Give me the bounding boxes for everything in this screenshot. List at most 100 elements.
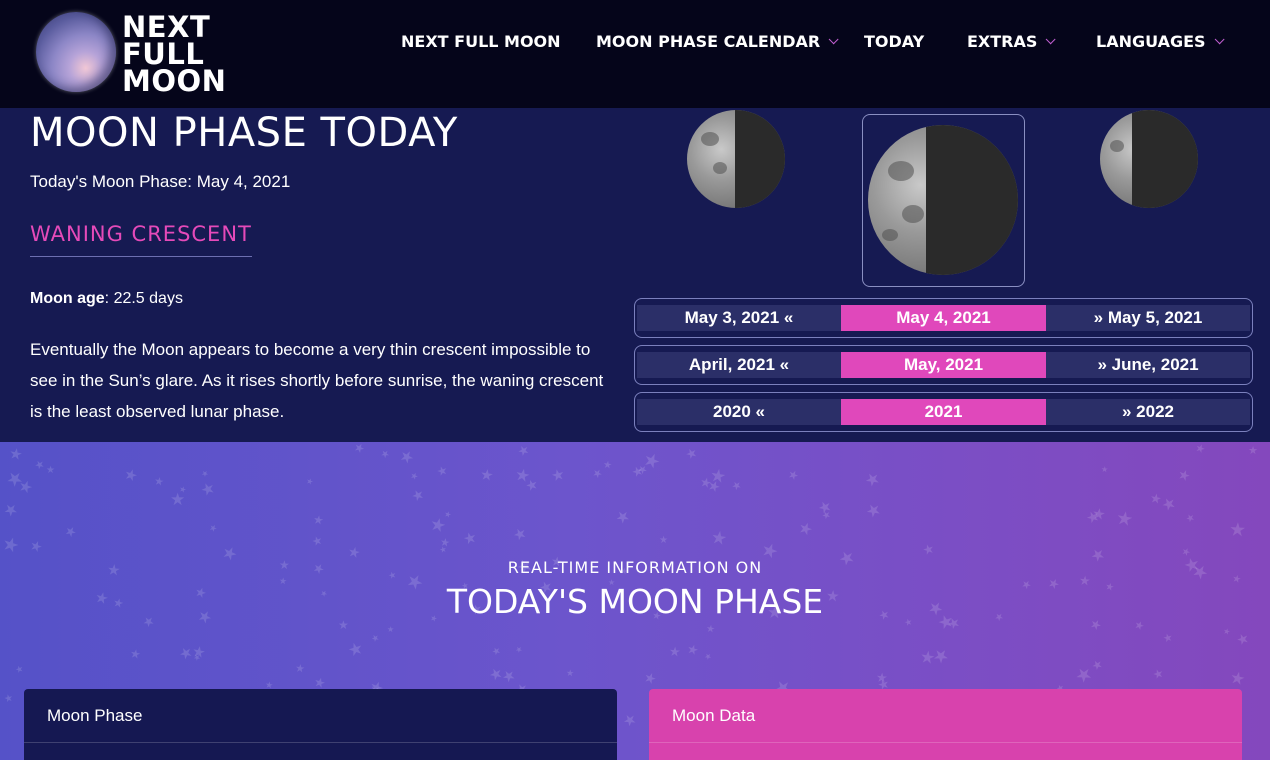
star-icon: ★ bbox=[377, 447, 392, 462]
nav-moon-phase-calendar[interactable]: MOON PHASE CALENDAR bbox=[596, 32, 839, 51]
star-icon: ★ bbox=[860, 467, 885, 492]
moon-age-value: : 22.5 days bbox=[104, 290, 183, 307]
star-icon: ★ bbox=[7, 444, 24, 465]
star-icon: ★ bbox=[728, 478, 744, 494]
star-icon: ★ bbox=[682, 444, 702, 463]
star-icon: ★ bbox=[861, 498, 886, 523]
nav-today[interactable]: TODAY bbox=[864, 32, 924, 51]
star-icon: ★ bbox=[62, 522, 80, 541]
next-day-moon-image[interactable] bbox=[1100, 110, 1198, 208]
star-icon: ★ bbox=[668, 643, 682, 660]
star-icon: ★ bbox=[1228, 667, 1248, 690]
nav-languages[interactable]: LANGUAGES bbox=[1096, 32, 1225, 51]
moon-phase-card-header: Moon Phase bbox=[24, 689, 617, 743]
star-icon: ★ bbox=[702, 650, 714, 663]
chevron-down-icon bbox=[1214, 34, 1225, 45]
star-icon: ★ bbox=[153, 475, 165, 489]
star-icon: ★ bbox=[641, 668, 660, 688]
nav-label: LANGUAGES bbox=[1096, 32, 1206, 51]
star-icon: ★ bbox=[619, 709, 641, 732]
chevron-down-icon bbox=[828, 34, 839, 45]
previous-year-link[interactable]: 2020 « bbox=[637, 399, 841, 425]
month-selector: April, 2021 « May, 2021 » June, 2021 bbox=[634, 345, 1253, 385]
main-nav: NEXT FULL MOON MOON PHASE CALENDAR TODAY… bbox=[0, 32, 1270, 58]
phase-description: Eventually the Moon appears to become a … bbox=[30, 340, 604, 421]
star-icon: ★ bbox=[508, 523, 531, 546]
previous-day-moon-image[interactable] bbox=[687, 110, 785, 208]
star-icon: ★ bbox=[785, 466, 802, 484]
moon-age-label: Moon age bbox=[30, 290, 105, 307]
next-month-link[interactable]: » June, 2021 bbox=[1046, 352, 1250, 378]
star-icon: ★ bbox=[433, 462, 452, 480]
star-icon: ★ bbox=[1228, 519, 1247, 542]
star-icon: ★ bbox=[1132, 618, 1147, 634]
star-icon: ★ bbox=[1175, 465, 1194, 485]
star-icon: ★ bbox=[705, 623, 716, 636]
nav-label: TODAY bbox=[864, 32, 925, 51]
star-icon: ★ bbox=[1233, 629, 1254, 649]
star-icon: ★ bbox=[918, 647, 937, 668]
today-date: Today's Moon Phase: May 4, 2021 bbox=[30, 172, 291, 191]
previous-month-link[interactable]: April, 2021 « bbox=[637, 352, 841, 378]
day-selector: May 3, 2021 « May 4, 2021 » May 5, 2021 bbox=[634, 298, 1253, 338]
next-day-link[interactable]: » May 5, 2021 bbox=[1046, 305, 1250, 331]
moon-phase-card: Moon Phase bbox=[24, 689, 617, 760]
moon-data-card: Moon Data bbox=[649, 689, 1242, 760]
star-icon: ★ bbox=[1100, 464, 1109, 475]
star-icon: ★ bbox=[1193, 442, 1207, 457]
star-icon: ★ bbox=[685, 640, 701, 659]
star-icon: ★ bbox=[311, 512, 325, 528]
realtime-section: ★ ★ ★ ★ ★ ★ ★ ★ ★ ★ ★ ★ ★ ★ ★ ★ ★ ★ ★ ★ ★ ★ ★ ★ ★ ★ ★ ★ ★ ★ ★ ★ ★ ★ ★ ★ ★ ★ ★ ★… bbox=[0, 442, 1270, 760]
star-icon: ★ bbox=[308, 532, 327, 550]
nav-extras[interactable]: EXTRAS bbox=[967, 32, 1056, 51]
current-month[interactable]: May, 2021 bbox=[841, 352, 1046, 378]
section-kicker: REAL-TIME INFORMATION ON bbox=[507, 558, 763, 577]
star-icon: ★ bbox=[1222, 626, 1232, 637]
star-icon: ★ bbox=[1149, 665, 1168, 683]
star-icon: ★ bbox=[1182, 511, 1197, 526]
current-day[interactable]: May 4, 2021 bbox=[841, 305, 1046, 331]
star-icon: ★ bbox=[207, 521, 220, 535]
star-icon: ★ bbox=[795, 519, 816, 541]
phase-name: WANING CRESCENT bbox=[30, 222, 252, 257]
star-icon: ★ bbox=[514, 442, 534, 460]
star-icon: ★ bbox=[128, 646, 142, 662]
star-icon: ★ bbox=[45, 464, 56, 477]
star-icon: ★ bbox=[351, 442, 368, 457]
previous-day-link[interactable]: May 3, 2021 « bbox=[637, 305, 841, 331]
star-icon: ★ bbox=[312, 673, 328, 692]
star-icon: ★ bbox=[343, 637, 368, 662]
star-icon: ★ bbox=[919, 540, 939, 559]
star-icon: ★ bbox=[304, 476, 315, 487]
star-icon: ★ bbox=[27, 536, 46, 556]
star-icon: ★ bbox=[602, 459, 613, 472]
star-icon: ★ bbox=[386, 624, 395, 635]
top-navigation-bar: NEXT FULL MOON NEXT FULL MOON MOON PHASE… bbox=[0, 0, 1270, 108]
chevron-down-icon bbox=[1046, 34, 1056, 45]
star-icon: ★ bbox=[294, 662, 306, 676]
star-icon: ★ bbox=[0, 532, 22, 559]
star-icon: ★ bbox=[658, 534, 669, 547]
star-icon: ★ bbox=[709, 526, 729, 550]
nav-next-full-moon[interactable]: NEXT FULL MOON bbox=[401, 32, 561, 51]
section-title: TODAY'S MOON PHASE bbox=[446, 582, 824, 621]
page-title: MOON PHASE TODAY bbox=[30, 110, 458, 156]
moon-age: Moon age: 22.5 days bbox=[30, 290, 183, 308]
star-icon: ★ bbox=[31, 457, 48, 473]
current-moon-image bbox=[868, 125, 1018, 275]
star-icon: ★ bbox=[369, 631, 382, 645]
star-icon: ★ bbox=[458, 528, 481, 549]
star-icon: ★ bbox=[478, 466, 495, 485]
star-icon: ★ bbox=[196, 478, 219, 501]
year-selector: 2020 « 2021 » 2022 bbox=[634, 392, 1253, 432]
nav-label: NEXT FULL MOON bbox=[401, 32, 561, 51]
star-icon: ★ bbox=[0, 692, 15, 706]
star-icon: ★ bbox=[396, 446, 417, 469]
star-icon: ★ bbox=[488, 644, 503, 659]
star-icon: ★ bbox=[565, 667, 575, 679]
next-year-link[interactable]: » 2022 bbox=[1046, 399, 1250, 425]
star-icon: ★ bbox=[408, 469, 420, 483]
current-year[interactable]: 2021 bbox=[841, 399, 1046, 425]
nav-label: MOON PHASE CALENDAR bbox=[596, 32, 821, 51]
star-icon: ★ bbox=[1159, 630, 1176, 646]
